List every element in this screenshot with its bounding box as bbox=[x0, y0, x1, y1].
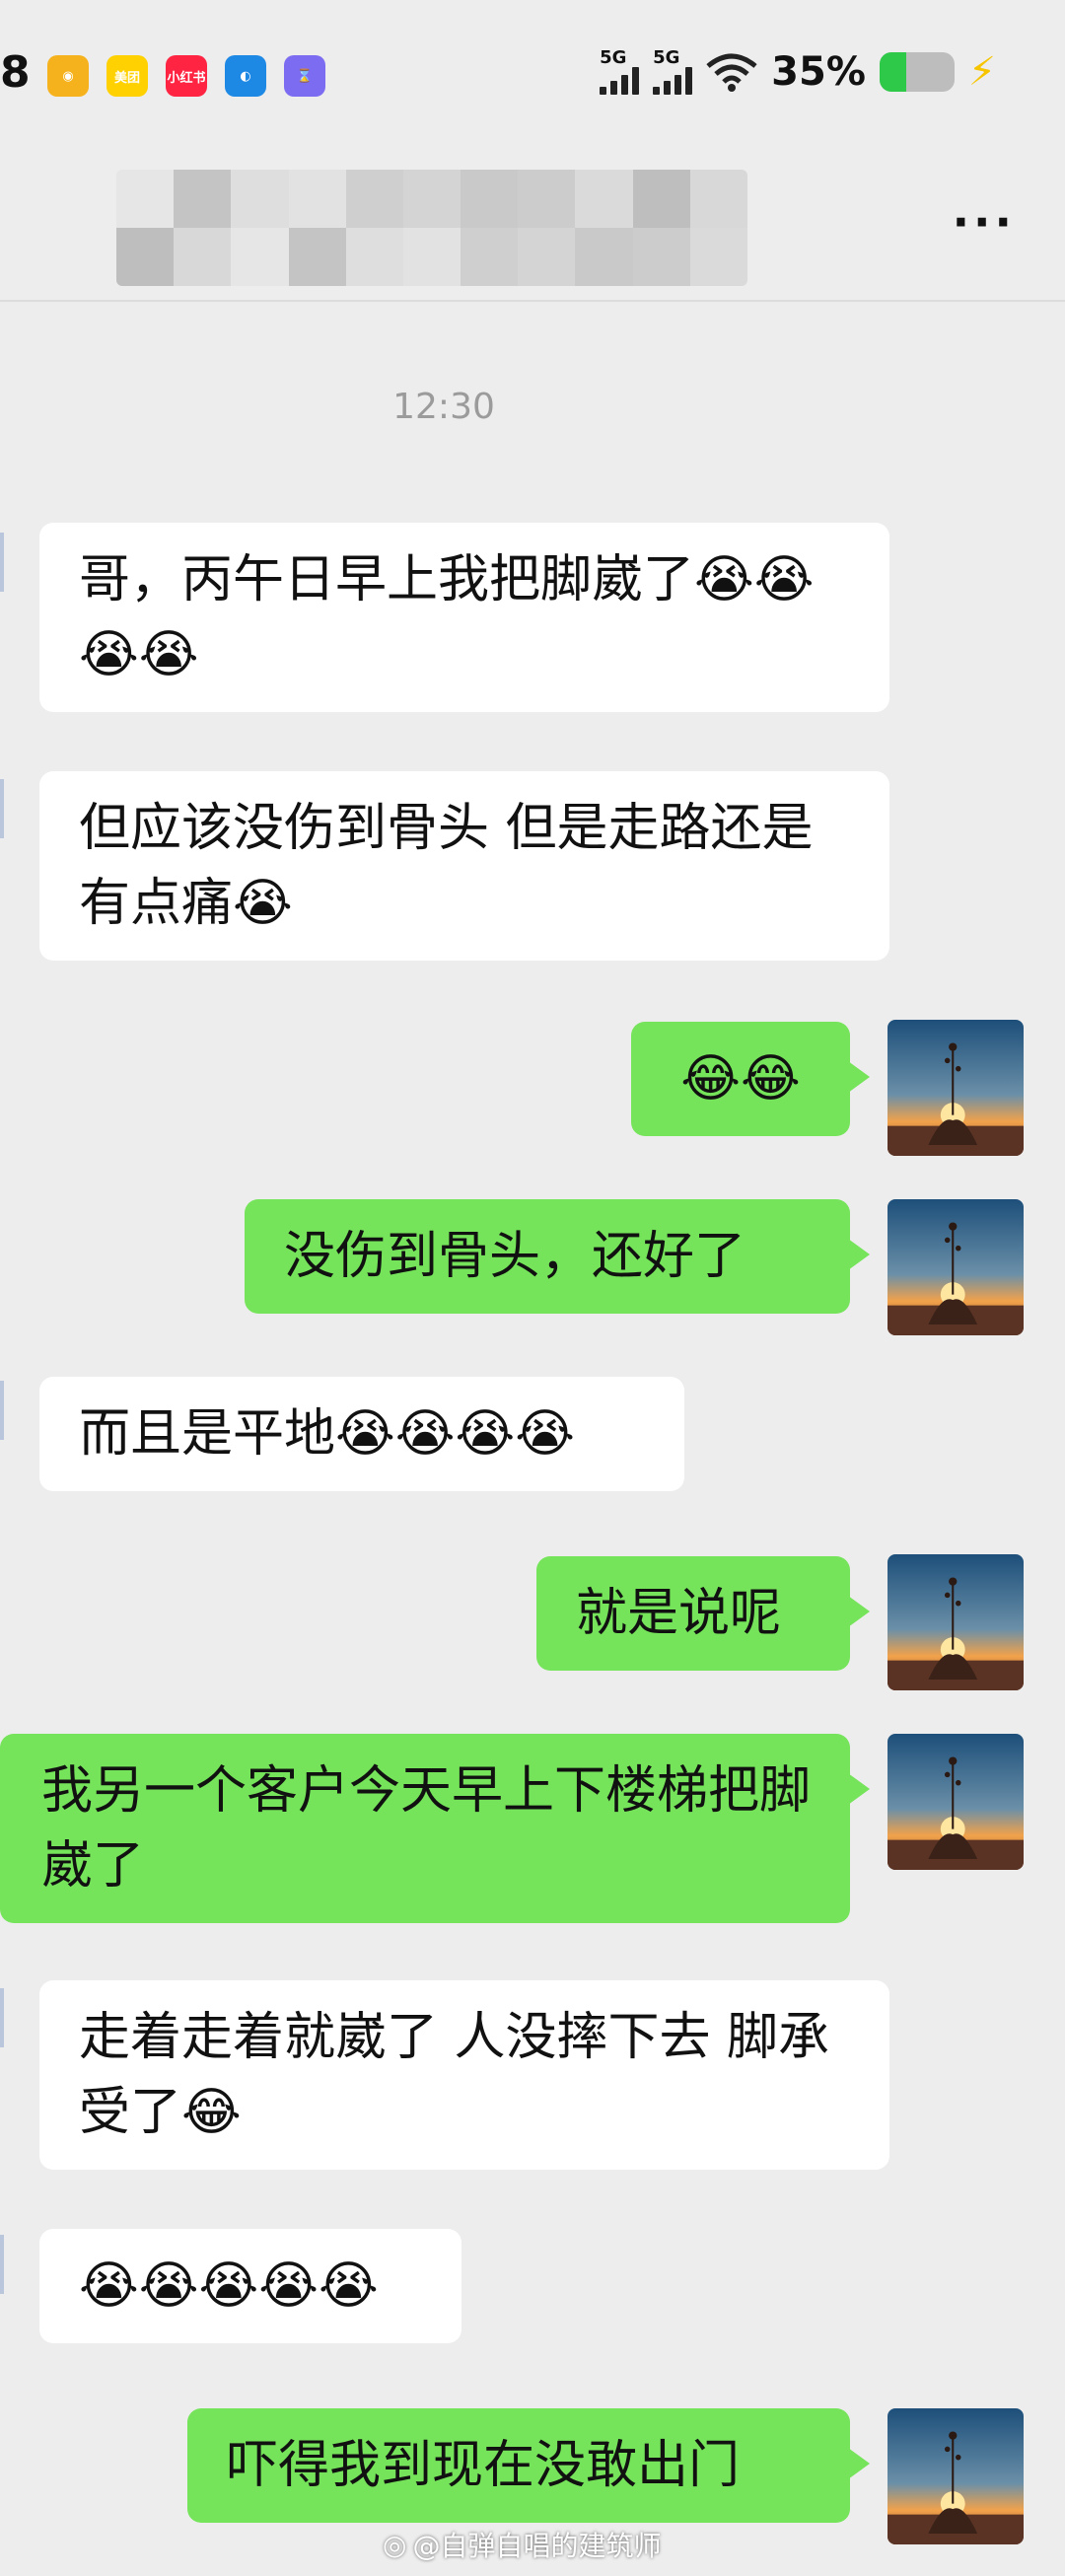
message-bubble-incoming[interactable]: 走着走着就崴了 人没摔下去 脚承受了😂 bbox=[39, 1980, 889, 2170]
status-bar: 8 ◉ 美团 小红书 ◐ ⌛ 5G 5G 35% ⚡ bbox=[0, 0, 1065, 148]
wifi-icon bbox=[706, 53, 757, 92]
message-timestamp: 12:30 bbox=[392, 387, 495, 427]
message-bubble-incoming[interactable]: 😭😭😭😭😭 bbox=[39, 2229, 462, 2343]
status-indicators: 5G 5G 35% ⚡ bbox=[600, 49, 996, 95]
signal-icon-1: 5G bbox=[600, 49, 640, 95]
user-avatar[interactable] bbox=[888, 1199, 1024, 1335]
message-bubble-incoming[interactable]: 哥，丙午日早上我把脚崴了😭😭😭😭 bbox=[39, 523, 889, 712]
message-bubble-outgoing[interactable]: 我另一个客户今天早上下楼梯把脚崴了 bbox=[0, 1734, 870, 1923]
user-avatar[interactable] bbox=[888, 1020, 1024, 1156]
battery-percent: 35% bbox=[771, 49, 866, 95]
message-bubble-outgoing[interactable]: 没伤到骨头，还好了 bbox=[245, 1199, 870, 1314]
watermark: ◎ @自弹自唱的建筑师 bbox=[383, 2525, 661, 2564]
xiaohongshu-app-icon: 小红书 bbox=[166, 55, 207, 97]
header-divider bbox=[0, 300, 1065, 302]
chat-title-redacted bbox=[116, 170, 747, 286]
incoming-avatar-edge bbox=[0, 1381, 4, 1440]
charging-icon: ⚡ bbox=[967, 49, 996, 95]
incoming-avatar-edge bbox=[0, 1988, 4, 2047]
user-avatar[interactable] bbox=[888, 2408, 1024, 2544]
message-bubble-outgoing[interactable]: 就是说呢 bbox=[536, 1556, 870, 1671]
message-bubble-incoming[interactable]: 而且是平地😭😭😭😭 bbox=[39, 1377, 684, 1491]
user-avatar[interactable] bbox=[888, 1734, 1024, 1870]
message-bubble-incoming[interactable]: 但应该没伤到骨头 但是走路还是有点痛😭 bbox=[39, 771, 889, 961]
more-options-button[interactable]: ··· bbox=[953, 195, 1016, 249]
incoming-avatar-edge bbox=[0, 779, 4, 838]
weibo-watermark-icon: ◎ bbox=[383, 2528, 407, 2561]
watermark-text: @自弹自唱的建筑师 bbox=[412, 2530, 662, 2562]
chat-header: ··· bbox=[0, 148, 1065, 301]
battery-icon bbox=[879, 52, 955, 92]
weibo-app-icon: ◉ bbox=[47, 55, 89, 97]
meituan-app-icon: 美团 bbox=[106, 55, 148, 97]
timer-app-icon: ⌛ bbox=[284, 55, 325, 97]
status-time: 8 bbox=[0, 47, 31, 98]
message-bubble-outgoing[interactable]: 吓得我到现在没敢出门 bbox=[187, 2408, 870, 2523]
incoming-avatar-edge bbox=[0, 2235, 4, 2294]
message-bubble-outgoing[interactable]: 😂😂 bbox=[631, 1022, 870, 1136]
incoming-avatar-edge bbox=[0, 533, 4, 592]
ctrip-app-icon: ◐ bbox=[225, 55, 266, 97]
user-avatar[interactable] bbox=[888, 1554, 1024, 1690]
signal-icon-2: 5G bbox=[653, 49, 693, 95]
